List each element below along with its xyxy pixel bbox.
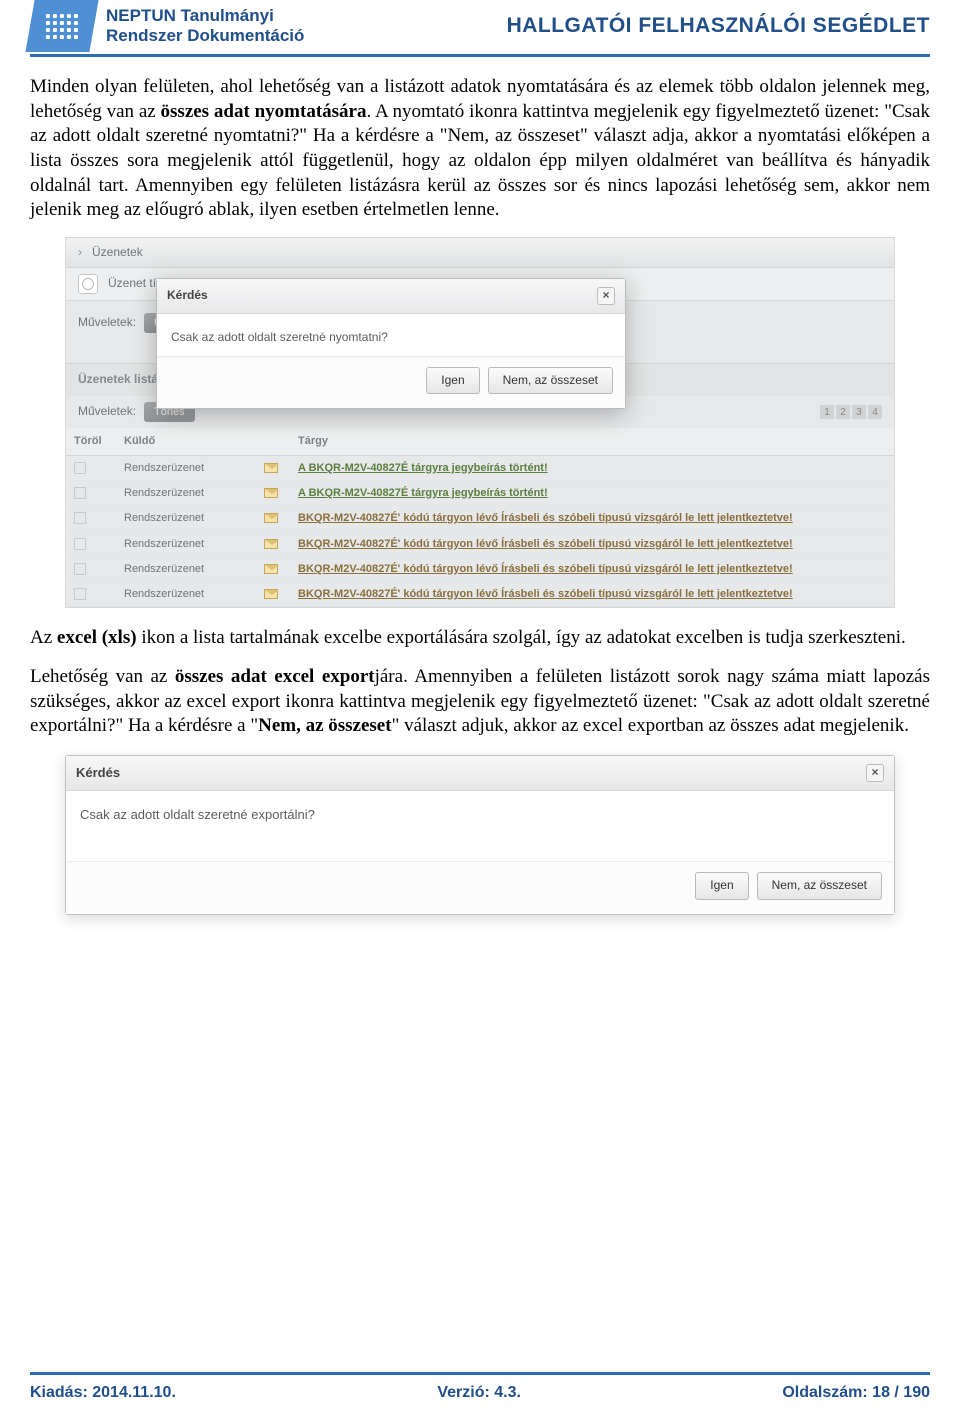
page-footer: Kiadás: 2014.11.10. Verzió: 4.3. Oldalsz…: [30, 1372, 930, 1404]
col-subject[interactable]: Tárgy: [290, 428, 894, 455]
dialog-header: Kérdés ×: [66, 756, 894, 791]
envelope-icon: [264, 488, 278, 498]
panel-header: › Üzenetek: [66, 238, 894, 268]
envelope-icon: [264, 463, 278, 473]
ops2-label: Műveletek:: [78, 404, 136, 420]
pager-page[interactable]: 4: [868, 405, 882, 419]
col-sender[interactable]: Küldő: [116, 428, 256, 455]
row-subject[interactable]: A BKQR-M2V-40827É tárgyra jegybeírás tör…: [290, 480, 894, 505]
header-subtitle: HALLGATÓI FELHASZNÁLÓI SEGÉDLET: [507, 12, 930, 39]
no-all-button[interactable]: Nem, az összeset: [488, 367, 613, 395]
footer-pagenum: Oldalszám: 18 / 190: [782, 1383, 930, 1404]
dialog-header: Kérdés ×: [157, 279, 625, 314]
table-row[interactable]: Rendszerüzenet A BKQR-M2V-40827É tárgyra …: [66, 480, 894, 505]
yes-button[interactable]: Igen: [695, 872, 748, 900]
screenshot-print-dialog: › Üzenetek Üzenet típusok Műveletek: Új …: [65, 237, 895, 608]
envelope-icon: [264, 589, 278, 599]
row-sender: Rendszerüzenet: [116, 480, 256, 505]
checkbox-icon[interactable]: [74, 487, 86, 499]
paragraph-2: Az excel (xls) ikon a lista tartalmának …: [30, 626, 930, 651]
checkbox-icon[interactable]: [74, 462, 86, 474]
para3-bold2: Nem, az összeset: [258, 715, 391, 736]
checkbox-icon[interactable]: [74, 588, 86, 600]
envelope-icon: [264, 564, 278, 574]
header-title-line2: Rendszer Dokumentáció: [106, 26, 304, 46]
row-subject[interactable]: BKQR-M2V-40827É' kódú tárgyon lévő Írásb…: [290, 556, 894, 581]
row-subject[interactable]: BKQR-M2V-40827É' kódú tárgyon lévő Írásb…: [290, 506, 894, 531]
dialog-body: Csak az adott oldalt szeretné exportálni…: [66, 791, 894, 861]
dialog-footer: Igen Nem, az összeset: [66, 861, 894, 914]
table-row[interactable]: Rendszerüzenet BKQR-M2V-40827É' kódú tárg…: [66, 556, 894, 581]
para2-bold: excel (xls): [57, 627, 137, 648]
messages-table: Töröl Küldő Tárgy Rendszerüzenet A BKQR-M…: [66, 428, 894, 607]
dialog-body: Csak az adott oldalt szeretné nyomtatni?: [157, 314, 625, 356]
row-subject[interactable]: A BKQR-M2V-40827É tárgyra jegybeírás tör…: [290, 455, 894, 480]
header-title-line1: NEPTUN Tanulmányi: [106, 6, 304, 26]
checkbox-icon[interactable]: [74, 563, 86, 575]
para3-bold: összes adat excel export: [175, 666, 375, 687]
para2-c: ikon a lista tartalmának excelbe exportá…: [137, 627, 906, 648]
table-row[interactable]: Rendszerüzenet BKQR-M2V-40827É' kódú tárg…: [66, 506, 894, 531]
checkbox-icon[interactable]: [74, 538, 86, 550]
row-sender: Rendszerüzenet: [116, 531, 256, 556]
yes-button[interactable]: Igen: [426, 367, 479, 395]
filter-toggle-icon[interactable]: [78, 274, 98, 294]
paragraph-3: Lehetőség van az összes adat excel expor…: [30, 665, 930, 739]
chevron-right-icon: ›: [78, 245, 82, 261]
row-sender: Rendszerüzenet: [116, 556, 256, 581]
row-sender: Rendszerüzenet: [116, 506, 256, 531]
dialog-title: Kérdés: [76, 765, 120, 782]
row-sender: Rendszerüzenet: [116, 455, 256, 480]
export-confirm-dialog: Kérdés × Csak az adott oldalt szeretné e…: [65, 755, 895, 915]
envelope-icon: [264, 513, 278, 523]
table-row[interactable]: Rendszerüzenet BKQR-M2V-40827É' kódú tárg…: [66, 531, 894, 556]
checkbox-icon[interactable]: [74, 512, 86, 524]
ops-label: Műveletek:: [78, 315, 136, 331]
dialog-title: Kérdés: [167, 288, 208, 304]
pager: 1 2 3 4: [820, 405, 882, 419]
no-all-button[interactable]: Nem, az összeset: [757, 872, 882, 900]
row-subject[interactable]: BKQR-M2V-40827É' kódú tárgyon lévő Írásb…: [290, 531, 894, 556]
row-subject[interactable]: BKQR-M2V-40827É' kódú tárgyon lévő Írásb…: [290, 582, 894, 607]
table-row[interactable]: Rendszerüzenet BKQR-M2V-40827É' kódú tárg…: [66, 582, 894, 607]
body-text-2: Az excel (xls) ikon a lista tartalmának …: [30, 626, 930, 739]
col-icon: [256, 428, 290, 455]
close-icon[interactable]: ×: [597, 287, 615, 305]
panel-title: Üzenetek: [92, 245, 143, 261]
para3-e: " választ adjuk, akkor az excel exportba…: [392, 715, 909, 736]
row-sender: Rendszerüzenet: [116, 582, 256, 607]
dialog-footer: Igen Nem, az összeset: [157, 356, 625, 409]
page: NEPTUN Tanulmányi Rendszer Dokumentáció …: [0, 0, 960, 1426]
paragraph-1: Minden olyan felületen, ahol lehetőség v…: [30, 75, 930, 223]
footer-date: Kiadás: 2014.11.10.: [30, 1383, 176, 1404]
page-header: NEPTUN Tanulmányi Rendszer Dokumentáció …: [30, 0, 930, 57]
logo-icon: [25, 0, 98, 52]
col-delete[interactable]: Töröl: [66, 428, 116, 455]
para3-a: Lehetőség van az: [30, 666, 175, 687]
para1-bold: összes adat nyomtatására: [161, 101, 367, 122]
pager-page[interactable]: 3: [852, 405, 866, 419]
close-icon[interactable]: ×: [866, 764, 884, 782]
body-text: Minden olyan felületen, ahol lehetőség v…: [30, 75, 930, 223]
pager-page[interactable]: 1: [820, 405, 834, 419]
print-confirm-dialog: Kérdés × Csak az adott oldalt szeretné n…: [156, 278, 626, 409]
header-title: NEPTUN Tanulmányi Rendszer Dokumentáció: [106, 6, 304, 45]
table-row[interactable]: Rendszerüzenet A BKQR-M2V-40827É tárgyra …: [66, 455, 894, 480]
pager-page[interactable]: 2: [836, 405, 850, 419]
footer-version: Verzió: 4.3.: [437, 1383, 521, 1404]
para2-a: Az: [30, 627, 57, 648]
envelope-icon: [264, 539, 278, 549]
